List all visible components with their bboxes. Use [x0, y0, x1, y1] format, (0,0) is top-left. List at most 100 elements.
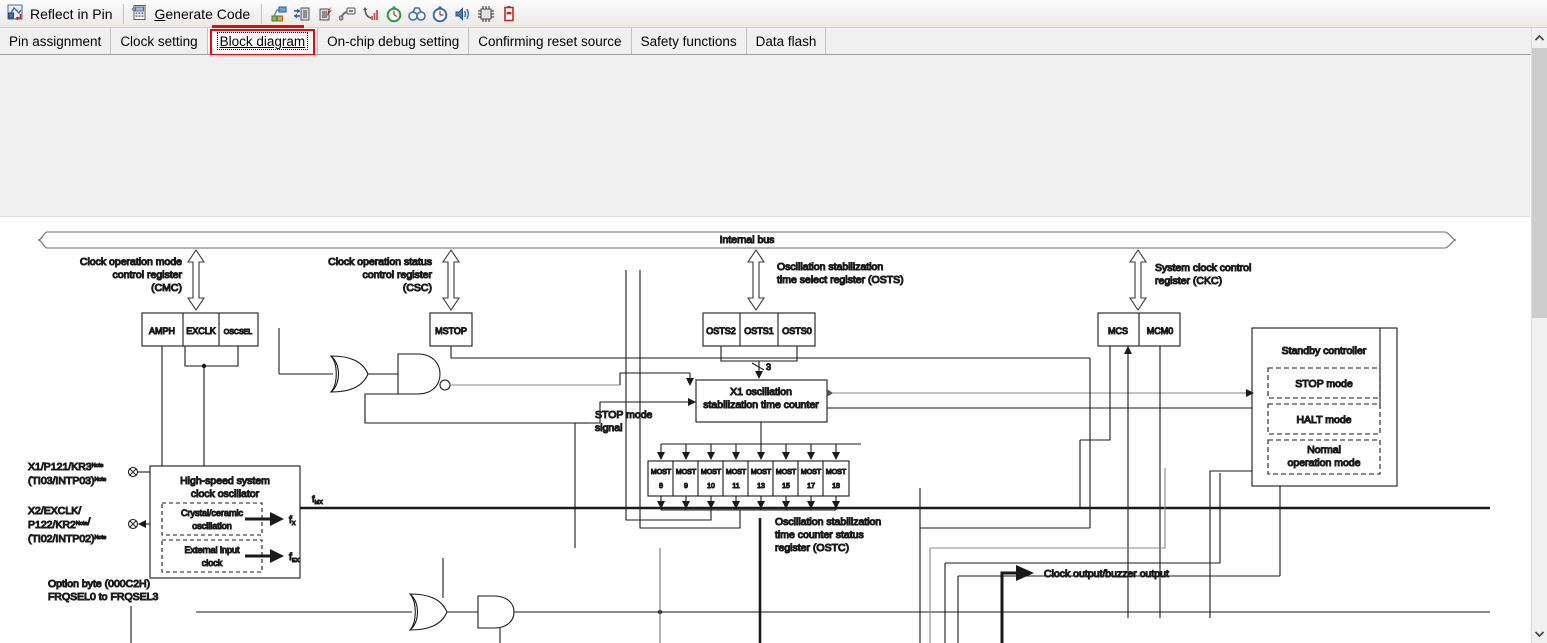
pin-configurator-icon[interactable]: [270, 5, 288, 23]
tab-safety-functions[interactable]: Safety functions: [631, 28, 747, 54]
most-reg-6-index: 17: [807, 483, 815, 490]
wire-standby-down: [1209, 470, 1252, 618]
speaker-icon[interactable]: [454, 5, 472, 23]
or-gate-upper: [329, 355, 369, 393]
cmc-field-amph: AMPH: [149, 326, 175, 336]
osts-caption-line-2: time select register (OSTS): [777, 274, 904, 286]
crystal-ceramic-line-1: Crystal/ceramic: [181, 508, 244, 518]
cmc-bus-arrow: [186, 249, 206, 311]
osts-bus-width: 3: [766, 362, 771, 372]
most-reg-3-name: MOST: [726, 469, 747, 476]
scroll-up-button[interactable]: [1532, 28, 1547, 47]
ckc-caption-line-2: register (CKC): [1155, 275, 1222, 287]
cmc-field-exclk: EXCLK: [186, 326, 216, 336]
tab-pin-assignment[interactable]: Pin assignment: [0, 28, 112, 54]
tab-block-diagram-label: Block diagram: [216, 32, 309, 50]
tab-pin-assignment-label: Pin assignment: [9, 33, 102, 49]
generate-code-mnemonic: G: [154, 5, 166, 22]
most-bus-arrowheads: [657, 452, 840, 460]
timer-green-icon[interactable]: [385, 5, 403, 23]
pin-x2-line-3: (TI02/INTP02)Note: [28, 533, 106, 545]
battery-icon[interactable]: [500, 5, 518, 23]
most-reg-1-index: 9: [684, 483, 688, 490]
clock-output-label: Clock output/buzzer output: [1044, 568, 1169, 580]
csc-caption-line-2: control register: [363, 269, 433, 281]
wire-mstop-to-and: [450, 346, 500, 359]
ostc-caption-line-2: time counter status: [775, 529, 864, 541]
standby-controller-title: Standby controller: [1282, 345, 1367, 357]
analysis-graph-icon[interactable]: [362, 5, 380, 23]
wire-exclk-oscsel-join: [184, 346, 239, 367]
reflect-in-pin-button[interactable]: Reflect in Pin: [4, 2, 119, 26]
chip-grid-icon[interactable]: [477, 5, 495, 23]
wire-osts-bus-slash: [751, 362, 765, 371]
option-byte-line-2: FRQSEL0 to FRQSEL3: [48, 591, 158, 603]
scrollbar-thumb[interactable]: [1532, 48, 1547, 318]
tab-on-chip-debug-setting[interactable]: On-chip debug setting: [318, 28, 470, 54]
device-transfer-icon[interactable]: [293, 5, 311, 23]
ckc-field-mcm0: MCM0: [1147, 326, 1174, 336]
tab-safety-functions-label: Safety functions: [640, 33, 737, 49]
tab-block-diagram[interactable]: Block diagram: [207, 28, 319, 56]
cmc-caption-line-2: control register: [113, 269, 183, 281]
tab-on-chip-debug-setting-label: On-chip debug setting: [327, 33, 460, 49]
scrollbar-track[interactable]: [1532, 318, 1547, 624]
csc-bus-arrow: [441, 249, 461, 311]
arrow-into-counter-right: [827, 389, 833, 397]
standby-mode-halt-label: HALT mode: [1296, 414, 1351, 426]
main-toolbar: Reflect in Pin c Generate Code: [0, 0, 1547, 28]
external-input-line-1: External input: [184, 545, 240, 555]
svg-text:c: c: [132, 7, 135, 13]
ostc-caption-line-3: register (OSTC): [775, 542, 849, 554]
most-reg-7-index: 18: [832, 483, 840, 490]
scroll-down-button[interactable]: [1532, 624, 1547, 643]
block-diagram-svg: Internal bus Clock operation mode contro…: [27, 231, 1490, 643]
clock-block-diagram-window: Reflect in Pin c Generate Code Pin assig…: [0, 0, 1547, 643]
arrow-ctrl-to-counter: [686, 378, 694, 386]
external-input-line-2: clock: [202, 558, 223, 568]
stopwatch-icon[interactable]: [431, 5, 449, 23]
cmc-caption-line-1: Clock operation mode: [80, 256, 182, 268]
ckc-caption-line-1: System clock control: [1155, 262, 1251, 274]
standby-mode-stop-label: STOP mode: [1295, 378, 1353, 390]
tab-clock-setting-label: Clock setting: [120, 33, 198, 49]
ostc-caption-line-1: Oscillation stabilization: [775, 516, 881, 528]
tab-confirming-reset-source-label: Confirming reset source: [478, 33, 622, 49]
cmc-caption-line-3: (CMC): [151, 282, 182, 294]
clock-generator-block-diagram: Internal bus Clock operation mode contro…: [0, 218, 1530, 643]
most-reg-4-index: 13: [757, 483, 765, 490]
reflect-in-pin-label: Reflect in Pin: [30, 5, 113, 22]
debug-probe-icon[interactable]: [338, 5, 357, 23]
tab-clock-setting[interactable]: Clock setting: [111, 28, 208, 54]
wire-riser-2: [945, 473, 1221, 564]
device-pin-error-icon[interactable]: [316, 5, 334, 23]
most-reg-5-index: 15: [782, 483, 790, 490]
tab-data-flash-label: Data flash: [755, 33, 817, 49]
junction-dot-cmc: [201, 363, 207, 369]
crystal-ceramic-line-2: oscillation: [192, 521, 232, 531]
or-gate-lower: [408, 593, 448, 631]
ckc-field-mcs: MCS: [1108, 326, 1128, 336]
and-gate-upper-inverter-bubble: [439, 379, 451, 391]
diagram-top-blank-band: [0, 55, 1530, 217]
tab-confirming-reset-source[interactable]: Confirming reset source: [469, 28, 632, 54]
chevron-up-icon: [1535, 34, 1544, 41]
toolbar-separator-1: [123, 3, 125, 24]
generate-code-rest: enerate Code: [165, 5, 251, 22]
chevron-down-icon: [1535, 630, 1544, 637]
most-reg-3-index: 11: [732, 483, 739, 490]
toolbar-separator-2: [261, 3, 263, 24]
csc-caption-line-3: (CSC): [403, 282, 432, 294]
tab-data-flash[interactable]: Data flash: [746, 28, 827, 54]
most-reg-0-name: MOST: [651, 469, 672, 476]
arrow-mcs-feedback: [1124, 346, 1132, 354]
csc-caption-line-1: Clock operation status: [328, 256, 432, 268]
generate-code-icon: c: [131, 4, 148, 24]
ckc-bus-arrow: [1128, 249, 1148, 311]
osts-field-osts1: OSTS1: [744, 326, 774, 336]
pin-x1-line-2: (TI03/INTP03)Note: [28, 475, 106, 487]
vertical-scrollbar[interactable]: [1531, 28, 1547, 643]
binoculars-icon[interactable]: [408, 5, 427, 23]
osts-field-osts2: OSTS2: [706, 326, 736, 336]
generate-code-button[interactable]: c Generate Code: [128, 2, 257, 26]
